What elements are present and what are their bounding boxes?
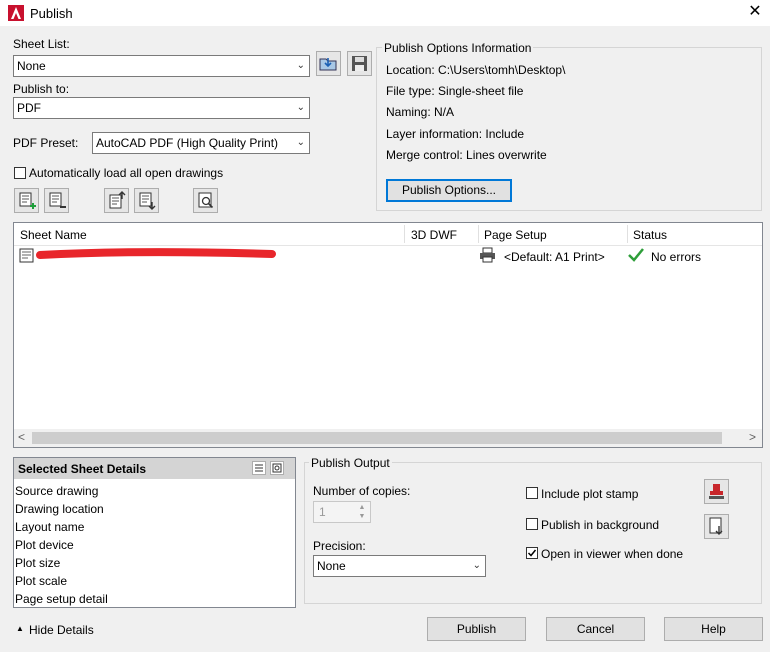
sheet-list-value: None (17, 59, 46, 73)
option-naming: Naming: N/A (386, 105, 455, 119)
publish-output-title: Publish Output (309, 456, 392, 470)
add-sheets-button[interactable] (14, 188, 39, 213)
publish-button[interactable]: Publish (427, 617, 526, 641)
checkmark-icon (527, 549, 537, 557)
move-sheet-up-button[interactable] (104, 188, 129, 213)
title-bar (0, 0, 770, 26)
status-check-icon (628, 248, 644, 262)
publish-options-info-title: Publish Options Information (382, 41, 534, 55)
copies-value: 1 (319, 505, 326, 519)
details-view-button[interactable] (252, 461, 266, 475)
include-plot-stamp-label: Include plot stamp (541, 487, 639, 501)
background-settings-button[interactable] (704, 514, 729, 539)
scrollbar-thumb[interactable] (32, 432, 722, 444)
column-page-setup[interactable]: Page Setup (484, 228, 547, 242)
move-up-icon (109, 191, 126, 209)
close-icon[interactable]: ✕ (746, 3, 764, 21)
preview-view-button[interactable] (270, 461, 284, 475)
hide-details-link[interactable]: Hide Details (29, 623, 94, 637)
scroll-right-arrow[interactable]: > (749, 430, 756, 444)
window-title: Publish (30, 6, 73, 21)
details-title: Selected Sheet Details (18, 462, 147, 476)
chevron-down-icon: ⌄ (296, 102, 305, 113)
sheet-list-label: Sheet List: (13, 37, 70, 51)
page-setup-cell: <Default: A1 Print> (504, 250, 605, 264)
preview-button[interactable] (193, 188, 218, 213)
chevron-down-icon: ⌄ (472, 560, 481, 571)
preview-magnifier-icon (198, 192, 214, 209)
stepper-up-icon[interactable]: ▲ (355, 503, 369, 512)
pdf-preset-value: AutoCAD PDF (High Quality Print) (96, 136, 279, 150)
remove-sheets-button[interactable] (44, 188, 69, 213)
pdf-preset-dropdown[interactable]: AutoCAD PDF (High Quality Print) ⌄ (92, 132, 310, 154)
printer-icon (480, 247, 495, 263)
preview-icon (272, 463, 282, 473)
auto-load-checkbox[interactable] (14, 167, 26, 179)
detail-plot-scale: Plot scale (15, 574, 68, 588)
publish-to-dropdown[interactable]: PDF ⌄ (13, 97, 310, 119)
plot-stamp-icon (709, 484, 724, 499)
move-down-icon (139, 192, 156, 210)
open-viewer-checkbox[interactable] (526, 547, 538, 559)
remove-sheets-icon (49, 192, 66, 208)
detail-plot-device: Plot device (15, 538, 74, 552)
save-disk-icon (352, 56, 367, 71)
column-sheet-name[interactable]: Sheet Name (20, 228, 87, 242)
pdf-preset-label: PDF Preset: (13, 136, 79, 150)
scroll-left-arrow[interactable]: < (18, 430, 25, 444)
option-merge-control: Merge control: Lines overwrite (386, 148, 547, 162)
option-layer-information: Layer information: Include (386, 127, 525, 141)
option-location: Location: C:\Users\tomh\Desktop\ (386, 63, 566, 77)
copies-stepper[interactable]: 1 ▲ ▼ (313, 501, 371, 523)
column-divider (404, 225, 405, 243)
add-sheets-icon (19, 192, 36, 209)
column-3d-dwf[interactable]: 3D DWF (411, 228, 457, 242)
detail-page-setup-detail: Page setup detail (15, 592, 108, 606)
move-sheet-down-button[interactable] (134, 188, 159, 213)
document-download-icon (709, 517, 723, 535)
column-status[interactable]: Status (633, 228, 667, 242)
chevron-down-icon: ⌄ (296, 137, 305, 148)
save-sheet-list-button[interactable] (347, 51, 372, 76)
chevron-down-icon: ⌄ (296, 60, 305, 71)
column-divider (627, 225, 628, 243)
precision-label: Precision: (313, 539, 366, 553)
precision-dropdown[interactable]: None ⌄ (313, 555, 486, 577)
load-sheet-list-button[interactable] (316, 51, 341, 76)
detail-source-drawing: Source drawing (15, 484, 99, 498)
autocad-app-icon (8, 5, 24, 21)
open-folder-icon (319, 58, 337, 71)
detail-plot-size: Plot size (15, 556, 61, 570)
publish-to-value: PDF (17, 101, 41, 115)
drawing-sheet-icon (19, 248, 34, 263)
sheet-list-dropdown[interactable]: None ⌄ (13, 55, 310, 77)
redaction-mark (36, 248, 276, 259)
include-plot-stamp-checkbox[interactable] (526, 487, 538, 499)
plot-stamp-settings-button[interactable] (704, 479, 729, 504)
help-button[interactable]: Help (664, 617, 763, 641)
cancel-button[interactable]: Cancel (546, 617, 645, 641)
publish-background-checkbox[interactable] (526, 518, 538, 530)
collapse-arrow-icon: ▲ (16, 624, 24, 633)
column-divider (478, 225, 479, 243)
stepper-down-icon[interactable]: ▼ (355, 512, 369, 521)
precision-value: None (317, 559, 346, 573)
detail-layout-name: Layout name (15, 520, 85, 534)
option-file-type: File type: Single-sheet file (386, 84, 524, 98)
list-view-icon (255, 464, 263, 472)
publish-options-button[interactable]: Publish Options... (386, 179, 512, 202)
detail-drawing-location: Drawing location (15, 502, 104, 516)
open-viewer-label: Open in viewer when done (541, 547, 684, 561)
auto-load-label: Automatically load all open drawings (29, 166, 224, 180)
publish-to-label: Publish to: (13, 82, 70, 96)
status-cell: No errors (651, 250, 702, 264)
copies-label: Number of copies: (313, 484, 411, 498)
publish-background-label: Publish in background (541, 518, 660, 532)
